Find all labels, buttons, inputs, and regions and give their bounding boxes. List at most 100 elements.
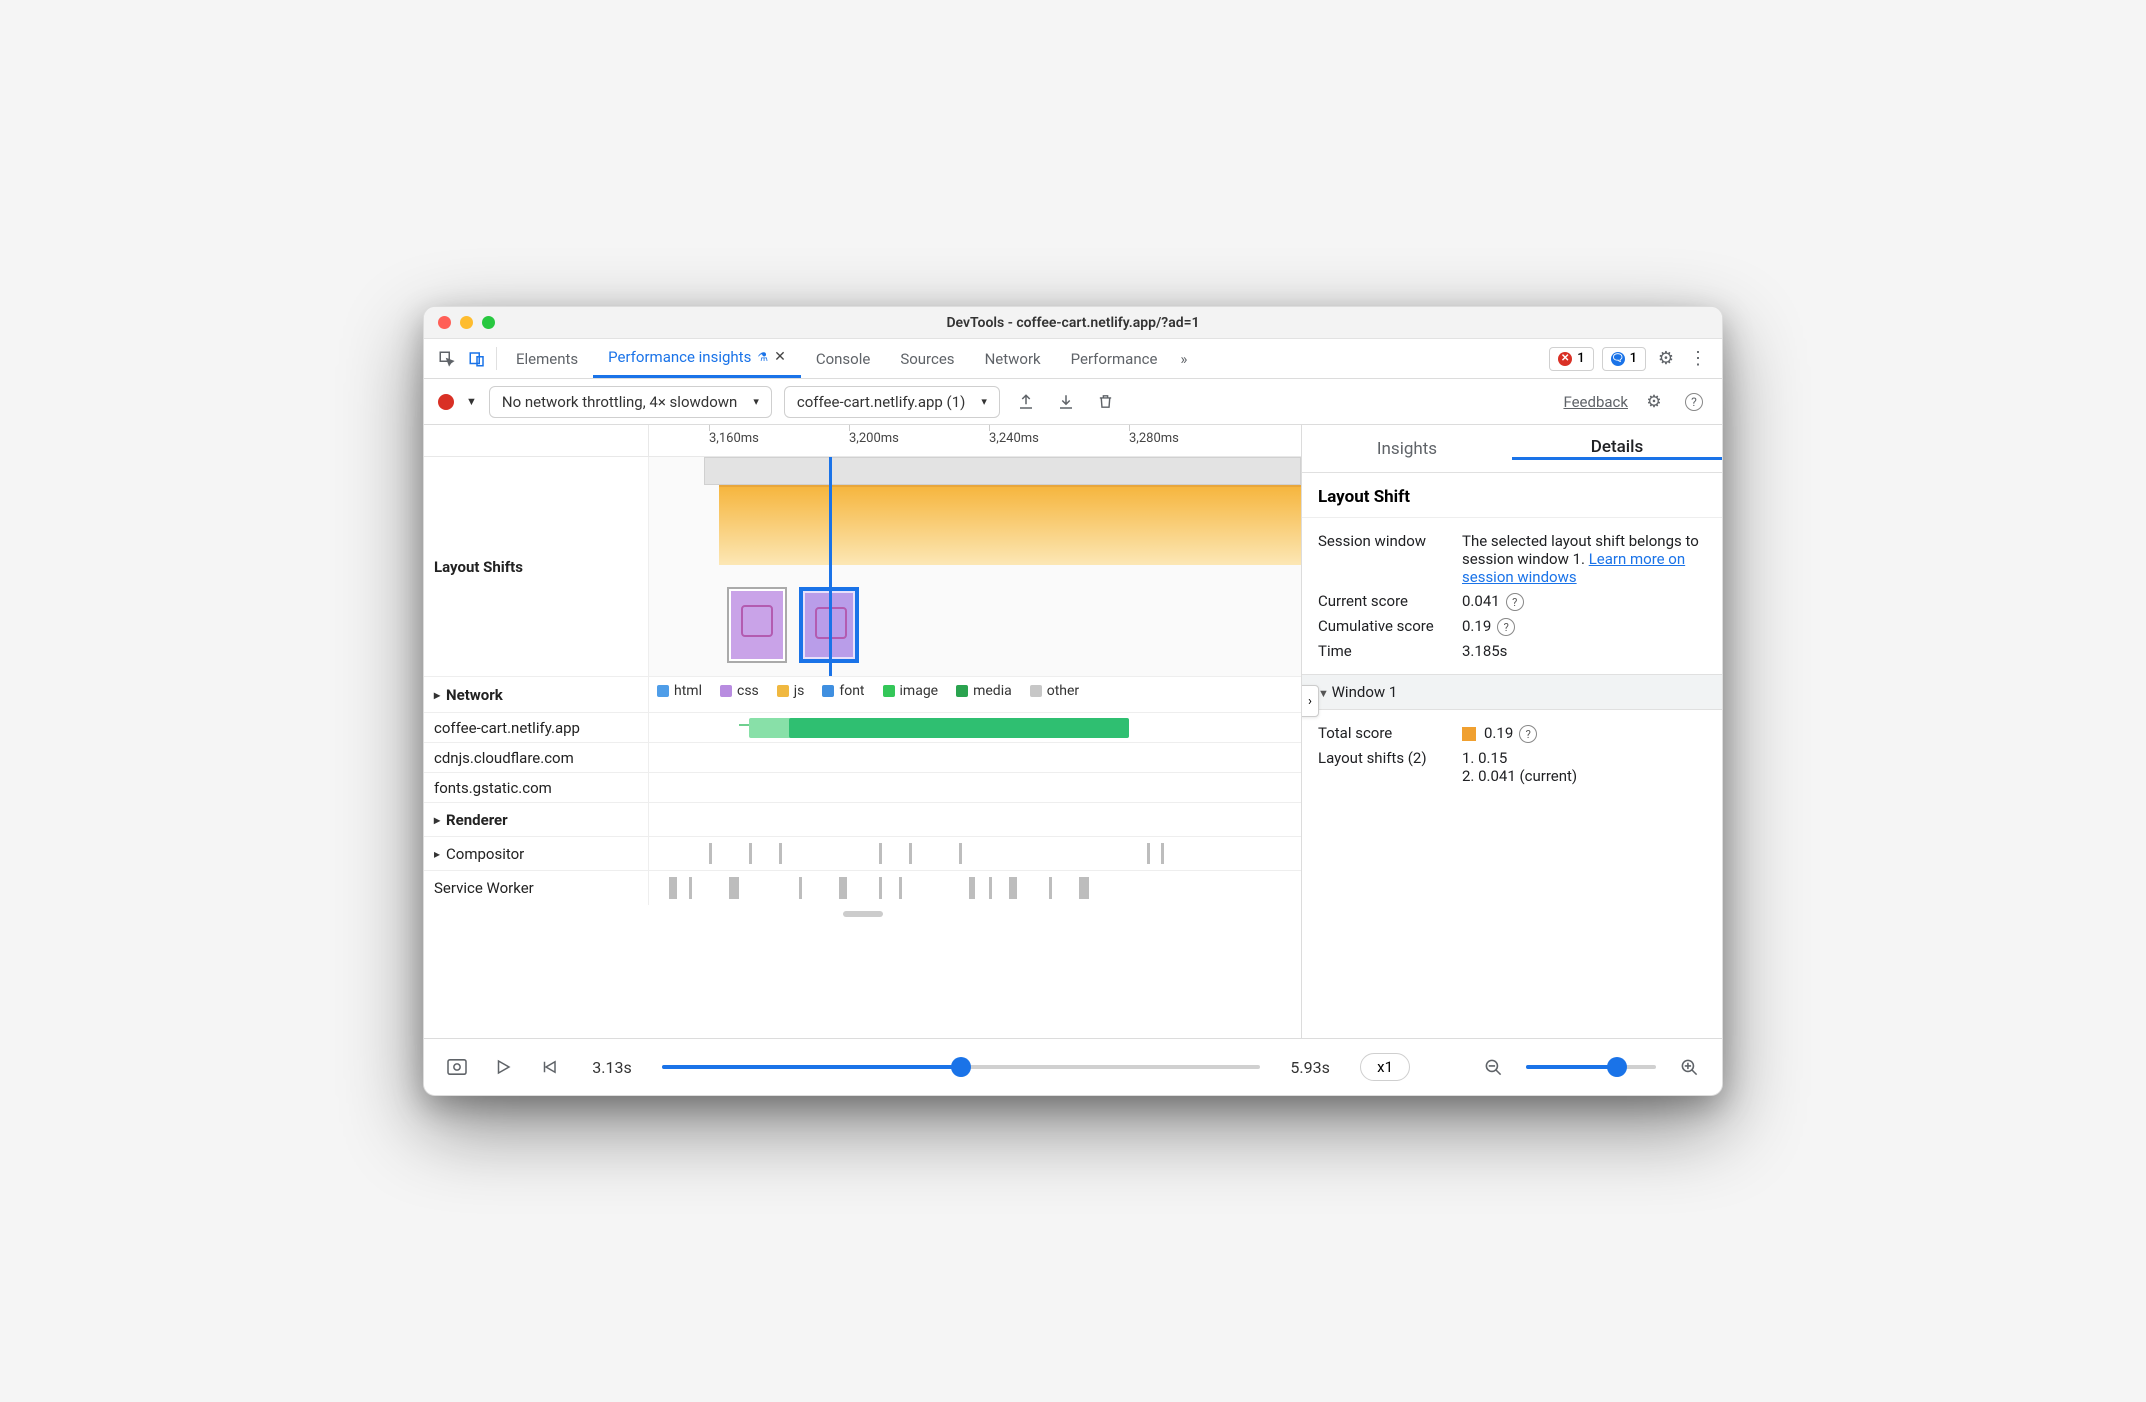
network-row[interactable]: coffee-cart.netlify.app — [424, 713, 1301, 743]
flamechart-bar — [719, 485, 1301, 565]
legend-css: css — [720, 683, 759, 699]
timeline-body[interactable]: Layout Shifts Network html css — [424, 457, 1301, 1038]
delete-icon[interactable] — [1092, 388, 1120, 416]
network-legend: html css js font image media other — [649, 677, 1301, 705]
record-button[interactable] — [438, 394, 454, 410]
legend-image: image — [883, 683, 939, 699]
track-label: Renderer — [424, 803, 649, 836]
horizontal-scroll-thumb[interactable] — [843, 911, 883, 917]
recording-select[interactable]: coffee-cart.netlify.app (1) — [784, 386, 1000, 418]
zoom-out-icon[interactable] — [1480, 1058, 1506, 1077]
error-count: 1 — [1577, 351, 1584, 366]
tab-sources[interactable]: Sources — [885, 339, 969, 378]
track-label: Layout Shifts — [424, 457, 649, 676]
field-label: Total score — [1318, 724, 1448, 743]
zoom-knob[interactable] — [1608, 1058, 1626, 1076]
feedback-link[interactable]: Feedback — [1563, 393, 1628, 411]
inspect-element-icon[interactable] — [432, 339, 462, 378]
throttling-select[interactable]: No network throttling, 4× slowdown — [489, 386, 772, 418]
network-section-header[interactable]: Network html css js font image media oth… — [424, 677, 1301, 713]
tab-label: Network — [985, 350, 1041, 368]
zoom-slider[interactable] — [1526, 1065, 1656, 1069]
shift-link[interactable]: 2. 0.041 (current) — [1462, 767, 1706, 785]
details-pane: › Insights Details Layout Shift Session … — [1302, 425, 1722, 1038]
layout-shift-thumbnail[interactable] — [727, 587, 787, 663]
more-tabs-button[interactable]: » — [1172, 339, 1195, 378]
messages-badge[interactable]: 🗨1 — [1602, 347, 1646, 371]
message-count: 1 — [1630, 351, 1637, 366]
export-icon[interactable] — [1012, 388, 1040, 416]
close-window-icon[interactable] — [438, 316, 451, 329]
panel-settings-icon[interactable]: ⚙ — [1640, 388, 1668, 416]
field-label: Layout shifts (2) — [1318, 749, 1448, 785]
frames-bar — [704, 457, 1301, 485]
ruler-ticks: 3,160ms 3,200ms 3,240ms 3,280ms — [649, 425, 1301, 456]
host-label: fonts.gstatic.com — [424, 773, 649, 802]
help-icon[interactable]: ? — [1506, 593, 1524, 611]
help-icon[interactable]: ? — [1680, 388, 1708, 416]
renderer-section-header[interactable]: Renderer — [424, 803, 1301, 837]
tab-label: Performance insights — [608, 348, 751, 366]
divider — [496, 347, 497, 370]
tab-performance[interactable]: Performance — [1056, 339, 1173, 378]
message-icon: 🗨 — [1611, 352, 1625, 366]
collapse-pane-handle[interactable]: › — [1302, 685, 1319, 717]
playback-bar: 3.13s 5.93s x1 — [424, 1039, 1722, 1095]
field-label: Session window — [1318, 532, 1448, 586]
window-collapser[interactable]: Window 1 — [1302, 674, 1722, 710]
tick: 3,240ms — [989, 431, 1039, 446]
request-bar[interactable] — [789, 718, 1129, 738]
host-label: cdnjs.cloudflare.com — [424, 743, 649, 772]
insights-toolbar: ▼ No network throttling, 4× slowdown cof… — [424, 379, 1722, 425]
rewind-icon[interactable] — [536, 1058, 562, 1076]
tab-insights[interactable]: Insights — [1302, 439, 1512, 459]
shift-link[interactable]: 1. 0.15 — [1462, 749, 1706, 767]
device-toolbar-icon[interactable] — [462, 339, 492, 378]
main-split: 3,160ms 3,200ms 3,240ms 3,280ms Layout S… — [424, 425, 1722, 1039]
section-title: Layout Shift — [1302, 473, 1722, 518]
errors-badge[interactable]: ✕1 — [1549, 347, 1593, 371]
score-indicator-icon — [1462, 727, 1476, 741]
kebab-menu-icon[interactable]: ⋮ — [1682, 339, 1714, 378]
tick: 3,280ms — [1129, 431, 1179, 446]
play-icon[interactable] — [490, 1058, 516, 1076]
minimize-window-icon[interactable] — [460, 316, 473, 329]
track-label: Service Worker — [424, 871, 649, 905]
time-start: 3.13s — [582, 1058, 642, 1077]
screenshot-toggle-icon[interactable] — [444, 1058, 470, 1076]
tab-network[interactable]: Network — [970, 339, 1056, 378]
timeline-pane: 3,160ms 3,200ms 3,240ms 3,280ms Layout S… — [424, 425, 1302, 1038]
tab-console[interactable]: Console — [801, 339, 886, 378]
playback-speed[interactable]: x1 — [1360, 1053, 1410, 1081]
window-title: DevTools - coffee-cart.netlify.app/?ad=1 — [528, 315, 1618, 331]
zoom-in-icon[interactable] — [1676, 1058, 1702, 1077]
tab-label: Performance — [1071, 350, 1158, 368]
tab-performance-insights[interactable]: Performance insights ⚗︎ ✕ — [593, 339, 801, 378]
layout-shifts-lane[interactable] — [649, 457, 1301, 676]
import-icon[interactable] — [1052, 388, 1080, 416]
close-tab-icon[interactable]: ✕ — [774, 349, 786, 365]
scrubber-knob[interactable] — [952, 1058, 970, 1076]
throttling-value: No network throttling, 4× slowdown — [502, 393, 737, 411]
tab-details[interactable]: Details — [1512, 437, 1722, 460]
field-value: 0.19? — [1462, 724, 1706, 743]
scrubber-slider[interactable] — [662, 1065, 1260, 1069]
help-icon[interactable]: ? — [1519, 725, 1537, 743]
service-worker-row[interactable]: Service Worker — [424, 871, 1301, 905]
tick: 3,200ms — [849, 431, 899, 446]
tab-elements[interactable]: Elements — [501, 339, 593, 378]
playhead-indicator[interactable] — [829, 457, 832, 676]
legend-font: font — [822, 683, 864, 699]
maximize-window-icon[interactable] — [482, 316, 495, 329]
compositor-row[interactable]: Compositor — [424, 837, 1301, 871]
legend-media: media — [956, 683, 1012, 699]
sw-tasks — [649, 871, 1301, 905]
help-icon[interactable]: ? — [1497, 618, 1515, 636]
network-row[interactable]: fonts.gstatic.com — [424, 773, 1301, 803]
window-controls — [438, 316, 528, 329]
network-row[interactable]: cdnjs.cloudflare.com — [424, 743, 1301, 773]
record-dropdown-icon[interactable]: ▼ — [466, 395, 477, 408]
compositor-tasks — [649, 837, 1301, 870]
settings-icon[interactable]: ⚙ — [1650, 339, 1682, 378]
field-value: 0.041? — [1462, 592, 1706, 611]
